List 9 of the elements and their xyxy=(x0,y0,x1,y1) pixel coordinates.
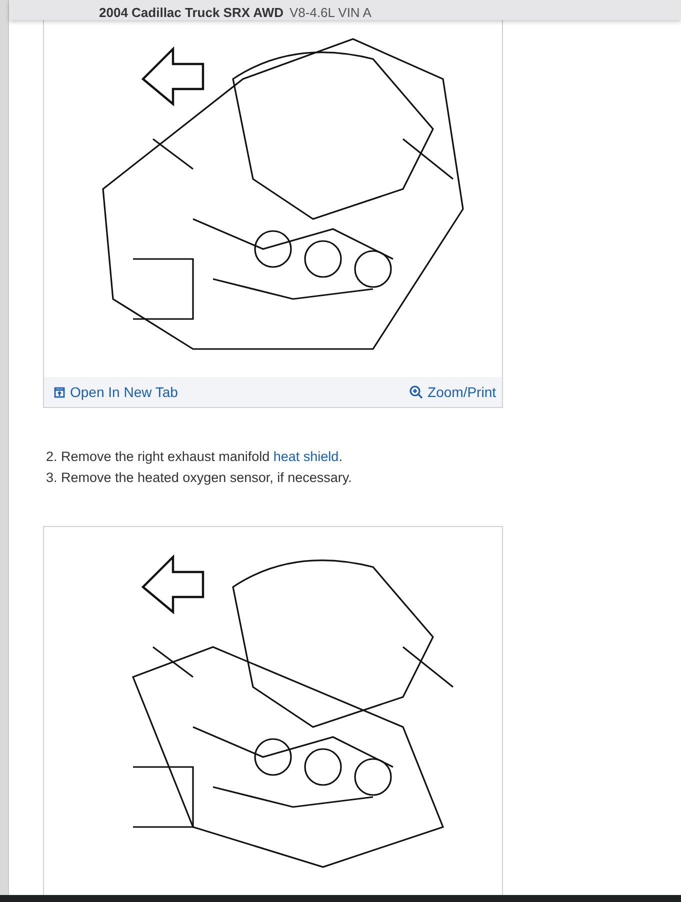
heat-shield-link[interactable]: heat shield xyxy=(273,449,339,464)
vehicle-title: 2004 Cadillac Truck SRX AWD xyxy=(99,6,284,20)
instruction-step: 3. Remove the heated oxygen sensor, if necessary. xyxy=(46,469,681,486)
zoom-in-icon xyxy=(408,385,423,399)
new-tab-icon xyxy=(54,386,65,398)
instruction-step: 2. Remove the right exhaust manifold heat shield. xyxy=(46,448,681,465)
zoom-print-link[interactable]: Zoom/Print xyxy=(408,384,496,400)
engine-title: V8-4.6L VIN A xyxy=(289,6,372,20)
open-tab-link[interactable]: Open In New Tab xyxy=(54,384,178,400)
